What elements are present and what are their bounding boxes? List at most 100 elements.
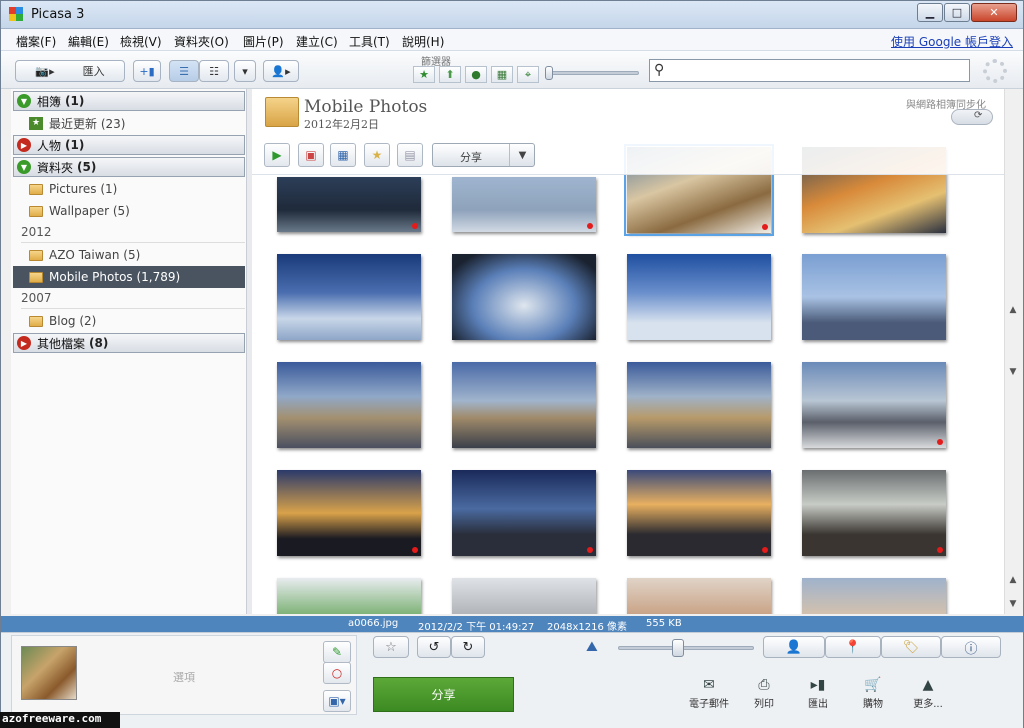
person-filter-icon[interactable]: ● — [465, 66, 487, 83]
export-action[interactable]: ▸▮ 匯出 — [794, 677, 842, 710]
scroll-down-icon[interactable]: ▼ — [1005, 364, 1021, 380]
photo-thumbnail[interactable] — [452, 177, 596, 232]
people-button[interactable]: 👤▸ — [263, 60, 299, 82]
upload-filter-icon[interactable]: ⬆ — [439, 66, 461, 83]
menu-help[interactable]: 說明(H) — [402, 33, 444, 50]
section-folders[interactable]: ▼ 資料夾 (5) — [13, 157, 245, 177]
info-button[interactable]: ⓘ — [941, 636, 1001, 658]
slideshow-button[interactable]: ▶ — [264, 143, 290, 167]
menu-create[interactable]: 建立(C) — [296, 33, 338, 50]
photo-thumbnail[interactable] — [627, 254, 771, 340]
print-action[interactable]: ⎙ 列印 — [740, 677, 788, 710]
collage-button[interactable]: ▣ — [298, 143, 324, 167]
rotate-left-button[interactable]: ↺ — [417, 636, 451, 658]
photo-thumbnail[interactable] — [277, 578, 421, 614]
movie-button[interactable]: ▦ — [330, 143, 356, 167]
photo-thumbnail[interactable] — [802, 254, 946, 340]
scroll-up-icon[interactable]: ▲ — [1005, 572, 1021, 588]
save-button[interactable]: ▤ — [397, 143, 423, 167]
filter-slider-knob[interactable] — [545, 66, 553, 80]
view-dropdown-button[interactable]: ▾ — [234, 60, 256, 82]
add-to-album-button[interactable]: +▮ — [133, 60, 161, 82]
map-pin-icon: 📍 — [844, 639, 862, 655]
photo-thumbnail[interactable] — [452, 470, 596, 556]
camera-icon: 📷▸ — [35, 64, 55, 78]
photo-thumbnail[interactable] — [452, 578, 596, 614]
shop-action[interactable]: 🛒 購物 — [849, 677, 897, 710]
menu-edit[interactable]: 編輯(E) — [68, 33, 109, 50]
recent-album-icon: ★ — [29, 116, 43, 130]
album-dropdown-icon: ▣▾ — [328, 694, 346, 708]
sync-toggle[interactable]: ⟳ — [951, 109, 993, 125]
folder-pictures[interactable]: Pictures (1) — [29, 179, 245, 199]
geotag-button[interactable]: 📍 — [825, 636, 881, 658]
thumbnail-view-button[interactable]: ☰ — [169, 60, 199, 82]
people-tag-button[interactable]: 👤 — [763, 636, 825, 658]
photo-thumbnail[interactable] — [277, 470, 421, 556]
scroll-down-icon[interactable]: ▼ — [1005, 596, 1021, 612]
more-action[interactable]: ▲ 更多... — [904, 677, 952, 710]
photo-thumbnail[interactable] — [627, 362, 771, 448]
scroll-up-icon[interactable]: ▲ — [1005, 302, 1021, 318]
section-other-files[interactable]: ▶ 其他檔案 (8) — [13, 333, 245, 353]
photo-thumbnail[interactable] — [277, 177, 421, 232]
email-action[interactable]: ✉ 電子郵件 — [685, 677, 733, 710]
album-recent-updates[interactable]: ★ 最近更新 (23) — [29, 113, 245, 133]
tray-options-label: 選項 — [173, 671, 195, 684]
thumbnail-size-slider[interactable] — [618, 646, 754, 650]
star-button[interactable]: ☆ — [373, 636, 409, 658]
share-button[interactable]: 分享 — [373, 677, 514, 712]
geotag-pin-icon — [762, 224, 768, 230]
photo-thumbnail[interactable] — [802, 470, 946, 556]
picasa-window: Picasa 3 ▁ □ ✕ 檔案(F) 編輯(E) 檢視(V) 資料夾(O) … — [0, 0, 1024, 728]
folder-wallpaper[interactable]: Wallpaper (5) — [29, 201, 245, 221]
photo-thumbnail[interactable] — [452, 362, 596, 448]
menu-picture[interactable]: 圖片(P) — [243, 33, 284, 50]
movie-filter-icon[interactable]: ▦ — [491, 66, 513, 83]
section-albums[interactable]: ▼ 相簿 (1) — [13, 91, 245, 111]
rotate-left-icon: ↺ — [428, 639, 440, 655]
menu-view[interactable]: 檢視(V) — [120, 33, 162, 50]
album-share-button[interactable]: 分享 ▼ — [432, 143, 535, 167]
folder-blog[interactable]: Blog (2) — [29, 311, 245, 331]
photo-thumbnail[interactable] — [802, 578, 946, 614]
search-input[interactable] — [649, 59, 970, 82]
rotate-right-button[interactable]: ↻ — [451, 636, 485, 658]
star-filter-icon[interactable]: ★ — [413, 66, 435, 83]
folder-mobile-photos[interactable]: Mobile Photos (1,789) — [13, 266, 245, 288]
film-icon: ▦ — [337, 148, 349, 162]
info-icon: ⓘ — [964, 641, 978, 657]
menu-file[interactable]: 檔案(F) — [16, 33, 56, 50]
filter-slider[interactable] — [547, 71, 639, 75]
minimize-button[interactable]: ▁ — [917, 3, 943, 22]
close-button[interactable]: ✕ — [971, 3, 1017, 22]
maximize-button[interactable]: □ — [944, 3, 970, 22]
add-to-album-dropdown[interactable]: ▣▾ — [323, 690, 351, 712]
caption-button[interactable]: 🏷 — [881, 636, 941, 658]
grid-scrollbar[interactable]: ▲ ▼ ▲ ▼ — [1004, 89, 1021, 614]
photo-thumbnail[interactable] — [802, 362, 946, 448]
import-button[interactable]: 📷▸ 匯入 — [15, 60, 125, 82]
photo-thumbnail[interactable] — [277, 362, 421, 448]
clear-button[interactable]: ○ — [323, 662, 351, 684]
printer-icon: ⎙ — [758, 677, 770, 693]
tray-thumbnail[interactable] — [21, 646, 77, 700]
menu-tools[interactable]: 工具(T) — [349, 33, 390, 50]
geotag-filter-icon[interactable]: ⌖ — [517, 66, 539, 83]
photo-thumbnail[interactable] — [627, 470, 771, 556]
photo-thumbnail[interactable] — [627, 578, 771, 614]
google-login-link[interactable]: 使用 Google 帳戶登入 — [891, 33, 1013, 50]
tree-view-button[interactable]: ☷ — [199, 60, 229, 82]
title-bar[interactable]: Picasa 3 ▁ □ ✕ — [1, 1, 1023, 29]
hold-button[interactable]: ✎ — [323, 641, 351, 663]
envelope-icon: ✉ — [703, 677, 715, 693]
thumbnail-size-knob[interactable] — [672, 639, 684, 657]
photo-thumbnail[interactable] — [452, 254, 596, 340]
menu-folder[interactable]: 資料夾(O) — [174, 33, 229, 50]
folder-azo-taiwan[interactable]: AZO Taiwan (5) — [29, 245, 245, 265]
section-people[interactable]: ▶ 人物 (1) — [13, 135, 245, 155]
photo-thumbnail[interactable] — [277, 254, 421, 340]
star-album-button[interactable]: ★ — [364, 143, 390, 167]
album-share-label: 分享 — [460, 151, 482, 164]
chevron-down-icon[interactable]: ▼ — [509, 144, 535, 166]
